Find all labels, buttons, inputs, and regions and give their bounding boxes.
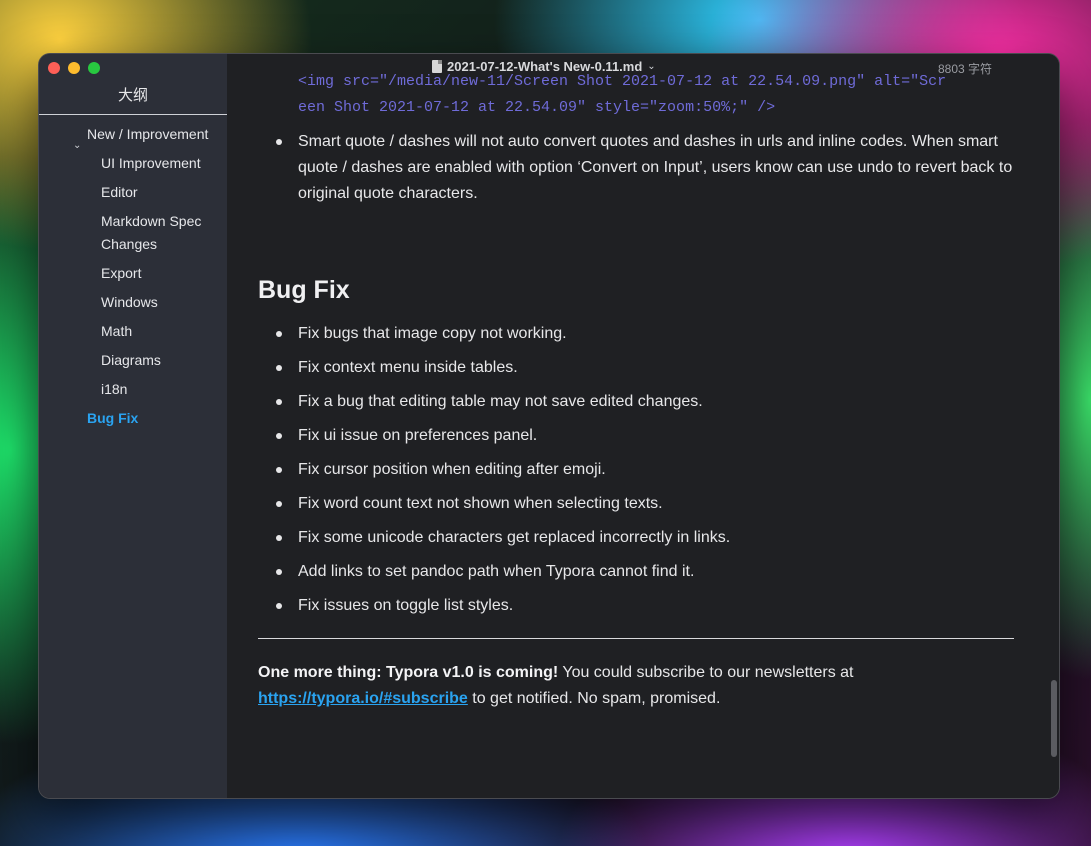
outline-item-label: New / Improvement xyxy=(87,126,209,142)
list-item[interactable]: Fix issues on toggle list styles. xyxy=(276,596,1014,616)
outline-sidebar: 大纲 ⌄ New / Improvement UI Improvement Ed… xyxy=(39,54,227,798)
maximize-button[interactable] xyxy=(88,62,100,74)
outline-item-ui-improvement[interactable]: UI Improvement xyxy=(39,152,227,175)
outline-item-label: Windows xyxy=(101,294,158,310)
outline-item-label: Math xyxy=(101,323,133,339)
bug-fix-list: Fix bugs that image copy not working. Fi… xyxy=(276,324,1014,630)
outline-item-label: i18n xyxy=(101,381,128,397)
one-more-tail: to get notified. No spam, promised. xyxy=(467,690,721,707)
outline-item-label: Editor xyxy=(101,184,138,200)
smart-quote-list: Smart quote / dashes will not auto conve… xyxy=(276,129,1014,207)
outline-item-markdown-spec[interactable]: Markdown Spec Changes xyxy=(39,210,227,256)
vertical-scrollbar[interactable] xyxy=(1051,680,1057,757)
html-code-line[interactable]: een Shot 2021-07-12 at 22.54.09" style="… xyxy=(298,95,775,121)
list-item[interactable]: Fix some unicode characters get replaced… xyxy=(276,528,1014,548)
outline-item-windows[interactable]: Windows xyxy=(39,291,227,314)
list-item[interactable]: Fix ui issue on preferences panel. xyxy=(276,426,1014,446)
outline-item-label: Bug Fix xyxy=(87,410,139,426)
outline-item-new-improvement[interactable]: ⌄ New / Improvement xyxy=(39,123,227,151)
outline-item-editor[interactable]: Editor xyxy=(39,181,227,204)
outline-item-i18n[interactable]: i18n xyxy=(39,378,227,401)
one-more-text: You could subscribe to our newsletters a… xyxy=(558,664,854,681)
subscribe-link[interactable]: https://typora.io/#subscribe xyxy=(258,690,468,707)
sidebar-divider xyxy=(39,114,227,115)
outline-item-math[interactable]: Math xyxy=(39,320,227,343)
horizontal-rule xyxy=(258,638,1014,639)
list-item[interactable]: Add links to set pandoc path when Typora… xyxy=(276,562,1014,582)
typora-window: 大纲 ⌄ New / Improvement UI Improvement Ed… xyxy=(39,54,1059,798)
editor-area[interactable]: 2021-07-12-What's New-0.11.md ⌄ 8803 字符 … xyxy=(227,54,1059,798)
list-item[interactable]: Fix a bug that editing table may not sav… xyxy=(276,392,1014,412)
outline-item-label: UI Improvement xyxy=(101,155,201,171)
outline-item-bug-fix[interactable]: Bug Fix xyxy=(39,407,227,430)
outline-item-export[interactable]: Export xyxy=(39,262,227,285)
outline-item-diagrams[interactable]: Diagrams xyxy=(39,349,227,372)
html-code-line[interactable]: <img src="/media/new-11/Screen Shot 2021… xyxy=(298,69,946,95)
close-button[interactable] xyxy=(48,62,60,74)
outline-item-label: Markdown Spec Changes xyxy=(101,213,202,252)
outline-item-label: Diagrams xyxy=(101,352,161,368)
one-more-thing-paragraph[interactable]: One more thing: Typora v1.0 is coming! Y… xyxy=(258,660,958,712)
list-item[interactable]: Smart quote / dashes will not auto conve… xyxy=(276,129,1014,207)
outline-list: ⌄ New / Improvement UI Improvement Edito… xyxy=(39,122,227,430)
bug-fix-heading[interactable]: Bug Fix xyxy=(258,276,350,305)
outline-item-label: Export xyxy=(101,265,142,281)
list-item[interactable]: Fix cursor position when editing after e… xyxy=(276,460,1014,480)
one-more-bold: One more thing: Typora v1.0 is coming! xyxy=(258,664,559,681)
sidebar-title: 大纲 xyxy=(117,87,148,104)
minimize-button[interactable] xyxy=(68,62,80,74)
window-controls xyxy=(48,62,100,74)
list-item[interactable]: Fix bugs that image copy not working. xyxy=(276,324,1014,344)
list-item[interactable]: Fix context menu inside tables. xyxy=(276,358,1014,378)
list-item[interactable]: Fix word count text not shown when selec… xyxy=(276,494,1014,514)
